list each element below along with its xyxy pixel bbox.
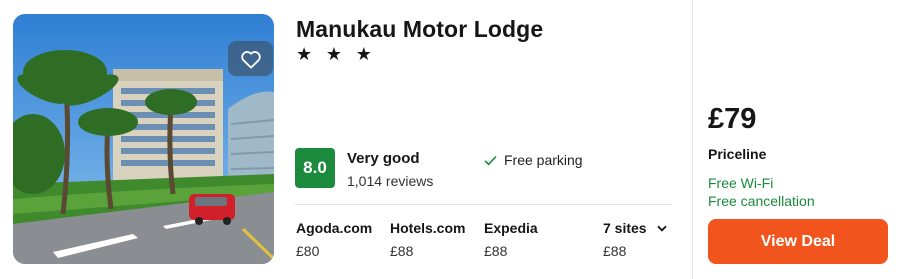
rating-label: Very good [347,150,420,167]
review-score-badge: 8.0 [295,148,335,188]
provider-offer[interactable]: Agoda.com £80 [296,220,372,259]
column-divider [692,0,693,279]
sites-price: £88 [603,243,627,259]
provider-price: £80 [296,243,320,259]
chevron-down-icon [656,225,667,232]
favorite-button[interactable] [228,41,273,76]
check-icon [484,155,497,165]
star-rating: ★ ★ ★ [296,44,376,65]
sites-label: 7 sites [603,220,647,236]
provider-price: £88 [390,243,414,259]
best-price: £79 [708,103,757,135]
amenity-label: Free parking [504,152,583,168]
hotel-result-card: Manukau Motor Lodge ★ ★ ★ 8.0 Very good … [0,0,906,279]
divider [295,204,672,205]
hotel-photo[interactable] [13,14,274,264]
review-count: 1,014 reviews [347,173,434,189]
deal-provider: Priceline [708,146,767,162]
provider-name: Expedia [484,220,538,236]
provider-price: £88 [484,243,508,259]
provider-offer[interactable]: Expedia £88 [484,220,538,259]
perk-free-wifi: Free Wi-Fi [708,175,774,191]
perk-free-cancellation: Free cancellation [708,193,815,209]
provider-name: Hotels.com [390,220,466,236]
view-deal-button[interactable]: View Deal [708,219,888,264]
more-sites-dropdown[interactable]: 7 sites £88 [603,220,667,259]
amenity-free-parking: Free parking [484,152,583,168]
heart-icon [240,50,261,69]
hotel-name[interactable]: Manukau Motor Lodge [296,16,543,43]
provider-name: Agoda.com [296,220,373,236]
provider-offer[interactable]: Hotels.com £88 [390,220,465,259]
